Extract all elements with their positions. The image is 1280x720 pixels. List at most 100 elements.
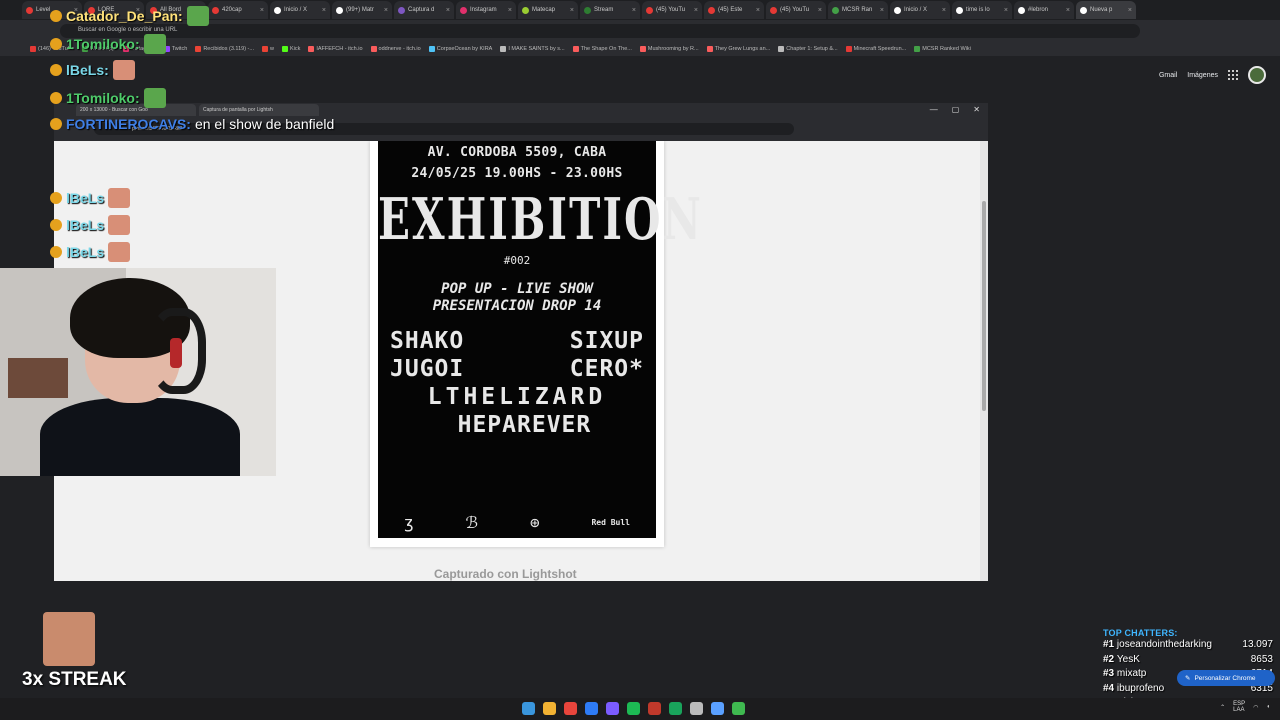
chevron-up-icon[interactable]: ⌃ (1220, 704, 1225, 711)
top-chatters-title: TOP CHATTERS: (1103, 628, 1178, 638)
screenshot-frame: AV. CORDOBA 5509, CABA 24/05/25 19.00HS … (370, 141, 701, 547)
tab-close-icon[interactable]: × (446, 7, 450, 14)
chat-message: 1Tomiloko: (50, 88, 166, 108)
images-link[interactable]: Imágenes (1187, 72, 1218, 79)
apps-grid-icon[interactable] (1228, 70, 1238, 80)
cam-shelf (8, 358, 68, 398)
browser-tab[interactable]: (45) Este × (704, 1, 764, 19)
browser-tab[interactable]: (45) YouTu × (766, 1, 826, 19)
bookmark-item[interactable]: CorpseOcean by KIRA (428, 46, 492, 52)
bookmark-item[interactable]: Recibidos (3.119) -... (195, 46, 254, 52)
bookmark-favicon-icon (30, 46, 36, 52)
tab-close-icon[interactable]: × (260, 7, 264, 14)
taskbar-app-icon[interactable] (690, 702, 703, 715)
taskbar-app-icon[interactable] (564, 702, 577, 715)
tab-close-icon[interactable]: × (632, 7, 636, 14)
omnibox[interactable]: Buscar en Google o escribir una URL (60, 24, 1140, 38)
frog-emote-icon (143, 88, 166, 108)
tab-close-icon[interactable]: × (880, 7, 884, 14)
tab-favicon-icon (522, 6, 529, 14)
bookmark-favicon-icon (914, 46, 921, 52)
browser-tab[interactable]: Inicio / X × (270, 1, 330, 19)
taskbar-app-icon[interactable] (522, 702, 535, 715)
taskbar-app-icon[interactable] (627, 702, 640, 715)
taskbar-app-icon[interactable] (543, 702, 556, 715)
bookmark-label: Recibidos (3.119) -... (203, 46, 254, 52)
browser-tab[interactable]: Instagram × (456, 1, 516, 19)
bookmark-item[interactable]: The Shape On The... (572, 46, 632, 52)
browser-tab[interactable]: #lebron × (1014, 1, 1074, 19)
inner-tab-lightshot[interactable]: Captura de pantalla por Lightsh (199, 104, 319, 116)
tab-close-icon[interactable]: × (1066, 7, 1070, 14)
chat-badge-icon (50, 219, 62, 231)
browser-tab[interactable]: Nueva p × (1076, 1, 1136, 19)
volume-icon[interactable]: ◖ (1266, 704, 1270, 710)
wifi-icon[interactable]: ◠ (1253, 704, 1258, 711)
tab-favicon-icon (646, 6, 653, 14)
maximize-button[interactable]: ▢ (952, 105, 960, 114)
chatter-rank: #3 (1103, 668, 1117, 679)
chatter-count: 13.097 (1242, 639, 1273, 650)
bookmark-item[interactable]: I MAKE SAINTS by s... (500, 46, 565, 52)
bookmark-item[interactable]: They Grew Lungs an... (706, 46, 770, 52)
bookmark-item[interactable]: IAFFEFCH - itch.io (308, 46, 363, 52)
bookmark-item[interactable]: Twitch (163, 46, 187, 52)
tab-close-icon[interactable]: × (818, 7, 822, 14)
language-indicator[interactable]: ESP LAA (1233, 701, 1245, 713)
bookmark-label: IAFFEFCH - itch.io (316, 46, 363, 52)
bookmark-item[interactable]: Minecraft Speedrun... (845, 46, 906, 52)
page-scrollbar[interactable] (980, 141, 988, 581)
bookmark-item[interactable]: oddnerve - itch.io (370, 46, 421, 52)
scrollbar-thumb[interactable] (982, 201, 986, 411)
browser-tab[interactable]: Matecap × (518, 1, 578, 19)
lineup-artist: HEPA (457, 412, 517, 438)
tab-close-icon[interactable]: × (1004, 7, 1008, 14)
tab-close-icon[interactable]: × (508, 7, 512, 14)
bookmark-label: w (269, 46, 274, 52)
tab-favicon-icon (1018, 6, 1025, 14)
profile-avatar[interactable] (1248, 66, 1266, 84)
taskbar-app-icon[interactable] (648, 702, 661, 715)
taskbar-app-icon[interactable] (669, 702, 682, 715)
browser-tab[interactable]: 420cap × (208, 1, 268, 19)
tab-close-icon[interactable]: × (756, 7, 760, 14)
browser-tab[interactable]: (45) YouTu × (642, 1, 702, 19)
tab-close-icon[interactable]: × (570, 7, 574, 14)
personalizar-chrome-button[interactable]: ✎ Personalizar Chrome (1177, 670, 1275, 686)
tab-close-icon[interactable]: × (942, 7, 946, 14)
taskbar-app-icon[interactable] (606, 702, 619, 715)
face-emote-icon (108, 188, 131, 208)
browser-tab[interactable]: Stream × (580, 1, 640, 19)
taskbar-app-icon[interactable] (585, 702, 598, 715)
browser-tab[interactable]: Inicio / X × (890, 1, 950, 19)
browser-tab[interactable]: Captura d × (394, 1, 454, 19)
browser-tab[interactable]: MCSR Ran × (828, 1, 888, 19)
face-emote-icon (112, 60, 135, 80)
redbull-logo: Red Bull (591, 518, 630, 527)
taskbar-app-icon[interactable] (732, 702, 745, 715)
taskbar-app-icon[interactable] (711, 702, 724, 715)
bookmark-label: Chapter 1: Setup &... (786, 46, 838, 52)
browser-tab[interactable]: time is lo × (952, 1, 1012, 19)
google-top-links: Gmail Imágenes (1159, 66, 1266, 84)
chat-username: lBeLs (66, 217, 105, 233)
tab-close-icon[interactable]: × (1128, 7, 1132, 14)
minimize-button[interactable]: — (930, 105, 938, 114)
headphones-accent (170, 338, 182, 368)
bookmark-item[interactable]: Chapter 1: Setup &... (778, 46, 838, 52)
bookmark-item[interactable]: Mushrooming by R... (639, 46, 699, 52)
tab-close-icon[interactable]: × (694, 7, 698, 14)
bookmark-item[interactable]: MCSR Ranked Wiki (914, 46, 971, 52)
tab-close-icon[interactable]: × (322, 7, 326, 14)
close-button[interactable]: ✕ (973, 105, 980, 114)
bookmark-item[interactable]: w (261, 46, 274, 52)
tab-favicon-icon (274, 6, 281, 14)
bookmark-favicon-icon (500, 46, 507, 52)
bookmark-favicon-icon (428, 46, 435, 52)
chatter-name: joseandointhedarking (1116, 639, 1212, 650)
bookmark-item[interactable]: Kick (281, 46, 300, 52)
tab-close-icon[interactable]: × (384, 7, 388, 14)
face-emote-icon (108, 215, 131, 235)
browser-tab[interactable]: (99+) Matr × (332, 1, 392, 19)
gmail-link[interactable]: Gmail (1159, 72, 1177, 79)
